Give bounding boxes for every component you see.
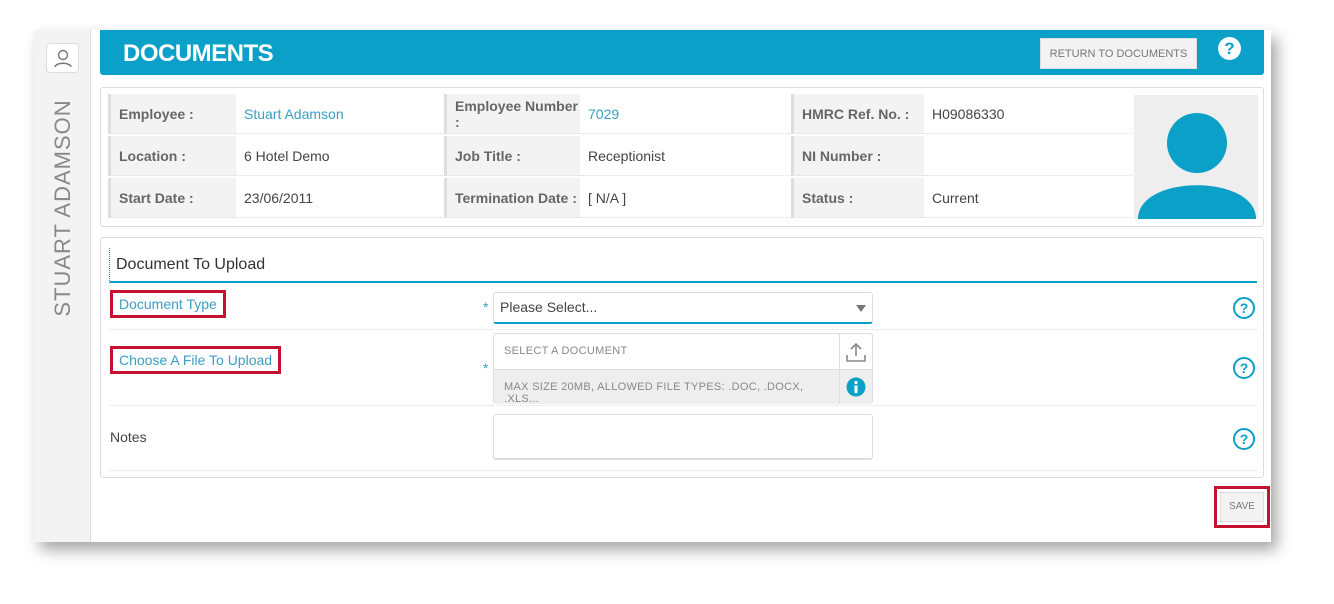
save-button[interactable]: SAVE [1220, 492, 1264, 522]
upload-button[interactable] [839, 334, 872, 369]
page-header: DOCUMENTS RETURN TO DOCUMENTS ? [100, 30, 1264, 75]
document-type-select[interactable]: Please Select... [493, 292, 873, 324]
required-marker: * [483, 360, 489, 376]
hmrc-value: H09086330 [924, 94, 1132, 134]
file-hint: MAX SIZE 20MB, ALLOWED FILE TYPES: .DOC,… [494, 369, 839, 405]
file-upload-label: Choose A File To Upload [110, 346, 282, 374]
job-title-label: Job Title : [444, 136, 580, 176]
help-icon[interactable]: ? [1233, 428, 1255, 450]
help-icon[interactable]: ? [1218, 37, 1241, 60]
start-date-value: 23/06/2011 [236, 178, 443, 218]
file-placeholder: SELECT A DOCUMENT [504, 345, 628, 357]
job-title-value: Receptionist [580, 136, 790, 176]
document-upload-form: Document To Upload Document Type * Pleas… [100, 237, 1264, 478]
employee-name-vertical: STUART ADAMSON [50, 99, 75, 317]
file-upload-input[interactable]: SELECT A DOCUMENT MAX SIZE 20MB, ALLOWED… [493, 333, 873, 405]
location-value: 6 Hotel Demo [236, 136, 443, 176]
notes-label: Notes [110, 429, 147, 445]
chevron-down-icon [856, 305, 866, 312]
employee-number-value[interactable]: 7029 [580, 94, 790, 134]
start-date-label: Start Date : [108, 178, 236, 218]
employee-label: Employee : [108, 94, 236, 134]
document-type-value: Please Select... [500, 299, 598, 315]
upload-icon [846, 342, 866, 362]
file-upload-row: Choose A File To Upload * SELECT A DOCUM… [109, 330, 1257, 406]
page-title: DOCUMENTS [123, 40, 274, 67]
save-highlight: SAVE [1214, 486, 1270, 528]
info-icon [846, 377, 866, 397]
required-marker: * [483, 299, 489, 315]
user-profile-button[interactable] [46, 43, 79, 73]
user-icon [53, 49, 72, 68]
sidebar: STUART ADAMSON [34, 30, 91, 542]
termination-date-label: Termination Date : [444, 178, 580, 218]
help-icon[interactable]: ? [1233, 297, 1255, 319]
notes-input[interactable] [493, 414, 873, 460]
ni-number-value [924, 136, 1132, 176]
return-to-documents-button[interactable]: RETURN TO DOCUMENTS [1040, 38, 1197, 69]
document-type-label: Document Type [110, 290, 226, 318]
termination-date-value: [ N/A ] [580, 178, 790, 218]
employee-number-label: Employee Number : [444, 94, 580, 134]
document-type-row: Document Type * Please Select... ? [109, 288, 1257, 330]
person-silhouette-icon [1138, 113, 1256, 219]
employee-info-panel: Employee : Stuart Adamson Employee Numbe… [100, 87, 1264, 227]
hmrc-label: HMRC Ref. No. : [791, 94, 924, 134]
status-value: Current [924, 178, 1132, 218]
employee-value[interactable]: Stuart Adamson [236, 94, 443, 134]
ni-number-label: NI Number : [791, 136, 924, 176]
location-label: Location : [108, 136, 236, 176]
app-frame: STUART ADAMSON DOCUMENTS RETURN TO DOCUM… [34, 30, 1271, 542]
status-label: Status : [791, 178, 924, 218]
file-info-button[interactable] [839, 369, 872, 404]
help-icon[interactable]: ? [1233, 357, 1255, 379]
notes-row: Notes ? [109, 406, 1257, 471]
employee-photo-placeholder [1134, 95, 1258, 219]
section-title: Document To Upload [109, 248, 1257, 283]
